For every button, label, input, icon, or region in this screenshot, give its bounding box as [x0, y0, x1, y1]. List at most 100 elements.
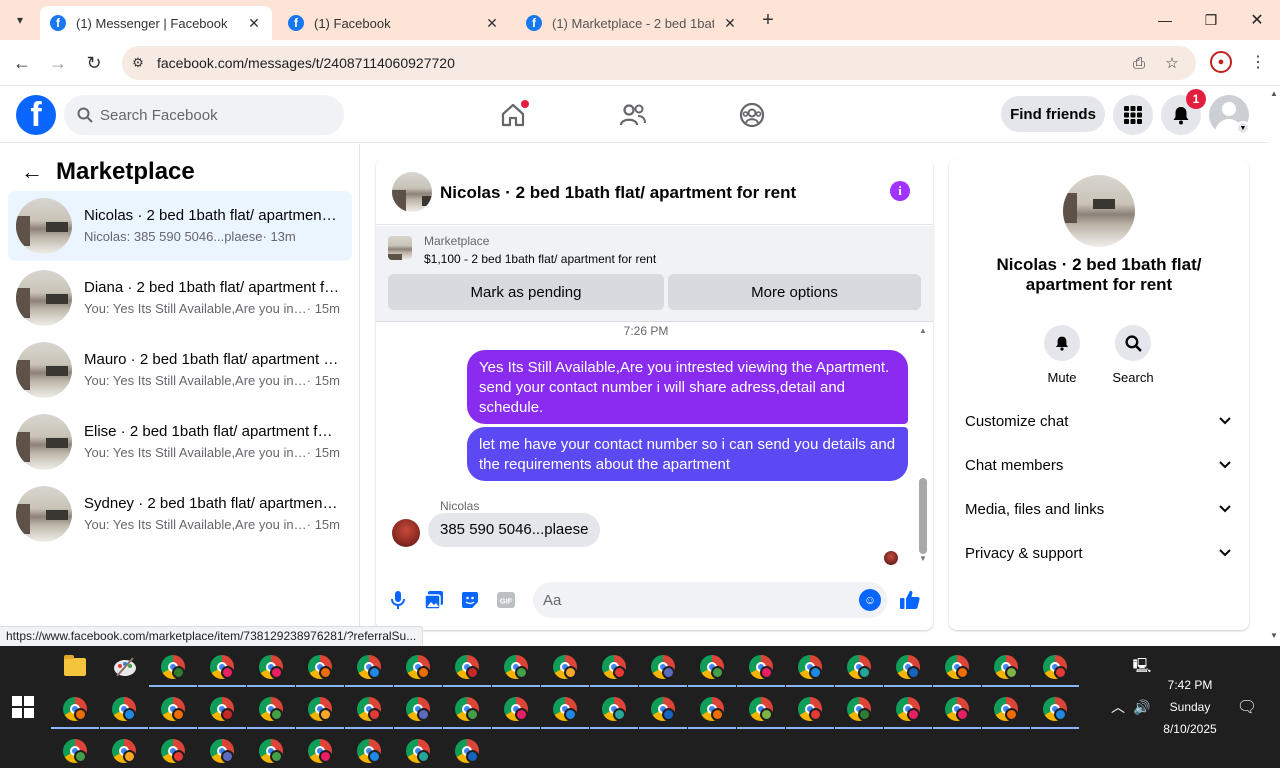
- clock-time[interactable]: 7:42 PM: [1160, 678, 1220, 692]
- menu-grid-icon[interactable]: [1113, 95, 1153, 135]
- find-friends-button[interactable]: Find friends: [1001, 96, 1105, 132]
- tab-close-icon[interactable]: ✕: [484, 15, 500, 32]
- restore-icon[interactable]: ❐: [1196, 8, 1226, 32]
- chrome-taskbar-icon[interactable]: [161, 697, 185, 721]
- conversation-item[interactable]: Elise · 2 bed 1bath flat/ apartment for …: [8, 407, 352, 477]
- clock-day[interactable]: Sunday: [1160, 700, 1220, 714]
- tab-close-icon[interactable]: ✕: [246, 15, 262, 32]
- chrome-taskbar-icon[interactable]: [602, 697, 626, 721]
- chrome-taskbar-icon[interactable]: [455, 739, 479, 763]
- chrome-taskbar-icon[interactable]: [406, 697, 430, 721]
- chat-listing-thumbnail[interactable]: [392, 172, 432, 212]
- listing-thumbnail[interactable]: [388, 236, 412, 260]
- browser-menu-icon[interactable]: ⋮: [1250, 52, 1266, 72]
- chrome-taskbar-icon[interactable]: [112, 697, 136, 721]
- info-icon[interactable]: i: [890, 181, 910, 201]
- thumbs-up-icon[interactable]: [899, 589, 921, 611]
- chrome-taskbar-icon[interactable]: [798, 655, 822, 679]
- privacy-support-row[interactable]: Privacy & support: [965, 543, 1233, 563]
- scroll-up-icon[interactable]: ▲: [918, 326, 928, 336]
- more-options-button[interactable]: More options: [668, 274, 921, 310]
- mute-button[interactable]: Mute: [1032, 325, 1092, 385]
- gif-icon[interactable]: GIF: [495, 589, 517, 611]
- mark-as-pending-button[interactable]: Mark as pending: [388, 274, 664, 310]
- back-icon[interactable]: ←: [10, 51, 34, 75]
- chrome-taskbar-icon[interactable]: [749, 697, 773, 721]
- chrome-taskbar-icon[interactable]: [896, 655, 920, 679]
- chrome-taskbar-icon[interactable]: [896, 697, 920, 721]
- search-icon[interactable]: [1115, 325, 1151, 361]
- chrome-taskbar-icon[interactable]: [210, 739, 234, 763]
- search-input[interactable]: [100, 95, 330, 135]
- incoming-message[interactable]: 385 590 5046...plaese: [428, 513, 601, 547]
- url-text[interactable]: facebook.com/messages/t/2408711406092772…: [157, 55, 455, 71]
- page-scroll-up-icon[interactable]: ▲: [1270, 89, 1278, 98]
- file-explorer-icon[interactable]: [64, 655, 86, 676]
- listing-price-title[interactable]: $1,100 - 2 bed 1bath flat/ apartment for…: [424, 252, 656, 266]
- conversation-item[interactable]: Sydney · 2 bed 1bath flat/ apartment for…: [8, 479, 352, 549]
- chrome-taskbar-icon[interactable]: [504, 655, 528, 679]
- chrome-taskbar-icon[interactable]: [553, 655, 577, 679]
- browser-profile-icon[interactable]: ●: [1210, 51, 1232, 73]
- chrome-taskbar-icon[interactable]: [63, 739, 87, 763]
- volume-icon[interactable]: 🔊: [1133, 698, 1151, 716]
- back-arrow-icon[interactable]: ←: [20, 159, 44, 184]
- bell-icon[interactable]: [1044, 325, 1080, 361]
- friends-icon[interactable]: [617, 99, 649, 131]
- bookmark-star-icon[interactable]: ☆: [1162, 53, 1182, 73]
- groups-icon[interactable]: [736, 99, 768, 131]
- microphone-icon[interactable]: [387, 589, 409, 611]
- facebook-search[interactable]: [64, 95, 344, 135]
- chrome-taskbar-icon[interactable]: [406, 739, 430, 763]
- chrome-taskbar-icon[interactable]: [357, 655, 381, 679]
- reload-icon[interactable]: ↻: [82, 51, 106, 75]
- chat-title[interactable]: Nicolas · 2 bed 1bath flat/ apartment fo…: [440, 183, 796, 203]
- conversation-item[interactable]: Mauro · 2 bed 1bath flat/ apartment for …: [8, 335, 352, 405]
- network-icon[interactable]: 🖳: [1133, 657, 1152, 676]
- chrome-taskbar-icon[interactable]: [210, 655, 234, 679]
- chrome-taskbar-icon[interactable]: [651, 697, 675, 721]
- forward-icon[interactable]: →: [46, 51, 70, 75]
- listing-large-thumbnail[interactable]: [1063, 175, 1135, 247]
- tab-messenger[interactable]: f (1) Messenger | Facebook ✕: [40, 6, 272, 40]
- chrome-taskbar-icon[interactable]: [700, 655, 724, 679]
- chat-members-row[interactable]: Chat members: [965, 455, 1233, 475]
- chrome-taskbar-icon[interactable]: [357, 739, 381, 763]
- chrome-taskbar-icon[interactable]: [504, 697, 528, 721]
- chrome-taskbar-icon[interactable]: [308, 739, 332, 763]
- customize-chat-row[interactable]: Customize chat: [965, 411, 1233, 431]
- message-input[interactable]: [543, 582, 843, 618]
- chrome-taskbar-icon[interactable]: [161, 655, 185, 679]
- chrome-taskbar-icon[interactable]: [455, 697, 479, 721]
- facebook-logo-icon[interactable]: f: [16, 95, 56, 135]
- chrome-taskbar-icon[interactable]: [112, 739, 136, 763]
- minimize-icon[interactable]: —: [1150, 8, 1180, 32]
- page-scrollbar[interactable]: ▲ ▼: [1268, 87, 1280, 646]
- chrome-taskbar-icon[interactable]: [455, 655, 479, 679]
- window-close-icon[interactable]: ✕: [1242, 8, 1272, 32]
- chrome-taskbar-icon[interactable]: [406, 655, 430, 679]
- chrome-taskbar-icon[interactable]: [553, 697, 577, 721]
- show-hidden-icons-chevron-up-icon[interactable]: ︿: [1109, 698, 1127, 716]
- chrome-taskbar-icon[interactable]: [994, 697, 1018, 721]
- paint-app-icon[interactable]: [113, 656, 137, 678]
- outgoing-message[interactable]: let me have your contact number so i can…: [467, 427, 908, 481]
- conversation-item[interactable]: Nicolas · 2 bed 1bath flat/ apartment fo…: [8, 191, 352, 261]
- tab-facebook[interactable]: f (1) Facebook ✕: [278, 6, 510, 40]
- chrome-taskbar-icon[interactable]: [161, 739, 185, 763]
- sender-avatar[interactable]: [392, 519, 420, 547]
- chrome-taskbar-icon[interactable]: [357, 697, 381, 721]
- clock-date[interactable]: 8/10/2025: [1160, 722, 1220, 736]
- scroll-down-icon[interactable]: ▼: [918, 554, 928, 564]
- chrome-taskbar-icon[interactable]: [945, 655, 969, 679]
- action-center-icon[interactable]: 🗨: [1237, 698, 1257, 716]
- emoji-icon[interactable]: ☺: [859, 589, 881, 611]
- chrome-taskbar-icon[interactable]: [994, 655, 1018, 679]
- search-in-chat-button[interactable]: Search: [1103, 325, 1163, 385]
- site-info-icon[interactable]: ⚙: [128, 53, 148, 73]
- scrollbar-thumb[interactable]: [919, 478, 927, 554]
- chrome-taskbar-icon[interactable]: [63, 697, 87, 721]
- chrome-taskbar-icon[interactable]: [700, 697, 724, 721]
- chrome-taskbar-icon[interactable]: [749, 655, 773, 679]
- chrome-taskbar-icon[interactable]: [798, 697, 822, 721]
